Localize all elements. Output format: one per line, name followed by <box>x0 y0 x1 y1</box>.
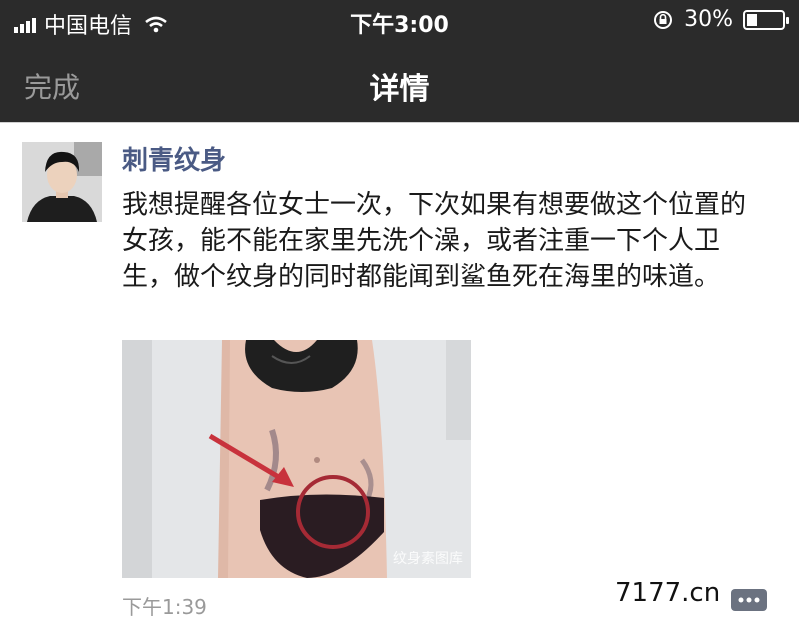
status-bar: 中国电信 下午3:00 30% <box>0 0 799 40</box>
battery-percent: 30% <box>684 7 733 32</box>
battery-icon <box>743 9 789 30</box>
orientation-lock-icon <box>654 10 673 29</box>
nav-bar: 完成 详情 <box>0 40 799 122</box>
divider <box>0 122 799 123</box>
author-name[interactable]: 刺青纹身 <box>122 140 226 177</box>
site-watermark: 7177.cn <box>615 578 721 608</box>
photo-image <box>122 340 471 578</box>
avatar-image <box>22 142 102 222</box>
post-text: 我想提醒各位女士一次，下次如果有想要做这个位置的女孩，能不能在家里先洗个澡，或者… <box>122 190 747 292</box>
post-timestamp: 下午1:39 <box>122 595 207 619</box>
post-photo[interactable]: 纹身素图库 <box>122 340 471 578</box>
status-right-group: 30% <box>652 7 789 32</box>
avatar[interactable] <box>22 142 102 222</box>
comment-button[interactable] <box>729 583 769 619</box>
photo-watermark: 纹身素图库 <box>393 551 463 567</box>
page-title: 详情 <box>369 72 430 107</box>
